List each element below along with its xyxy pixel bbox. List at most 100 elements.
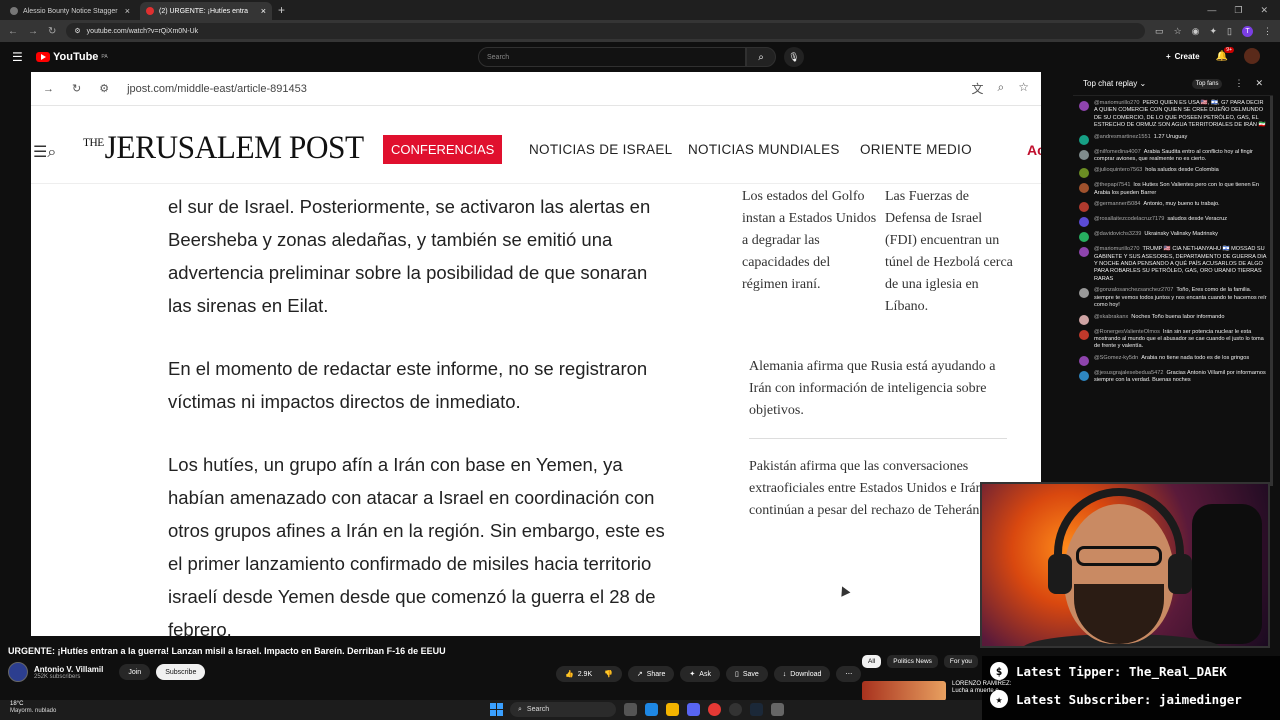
chat-avatar[interactable]: [1079, 329, 1089, 340]
install-icon[interactable]: ▭: [1155, 26, 1164, 37]
edge-icon[interactable]: [645, 703, 658, 716]
address-bar[interactable]: ⚙ youtube.com/watch?v=rQiXm0N-Uk: [66, 23, 1146, 39]
chat-avatar[interactable]: [1079, 232, 1089, 243]
chat-scrollbar[interactable]: [1270, 96, 1273, 486]
recommended-video[interactable]: LORENZO RAMIREZ: Lucha a muerte e...: [862, 681, 1012, 701]
chat-avatar[interactable]: [1079, 149, 1089, 160]
share-button[interactable]: ↗ Share: [627, 666, 675, 682]
share-label: Share: [646, 670, 666, 678]
ask-button[interactable]: ✦ Ask: [680, 666, 720, 682]
chat-author[interactable]: @RonergesValienteOlmos: [1094, 329, 1160, 335]
chip-all[interactable]: All: [862, 655, 882, 668]
browser-tab-1[interactable]: Alessio Bounty Notice Stagger ×: [4, 2, 136, 20]
app-icon[interactable]: [771, 703, 784, 716]
chat-avatar[interactable]: [1079, 288, 1089, 299]
account-avatar[interactable]: [1244, 48, 1260, 64]
chat-menu-icon[interactable]: ⋮: [1234, 78, 1243, 89]
chip-politics-news[interactable]: Politics News: [887, 655, 938, 668]
chat-author[interactable]: @xkabrakanx: [1094, 314, 1128, 320]
channel-name[interactable]: Antonio V. Villamil: [34, 665, 103, 674]
chat-mode-dropdown[interactable]: Top chat replay ⌄: [1083, 79, 1146, 88]
chat-author[interactable]: @mariomurillo270: [1094, 246, 1139, 252]
chat-author[interactable]: @mariomurillo270: [1094, 100, 1139, 106]
minimize-icon[interactable]: —: [1207, 5, 1216, 16]
chat-author[interactable]: @SGomez-ky5dn: [1094, 355, 1138, 361]
close-tab-icon[interactable]: ×: [125, 6, 130, 16]
chat-author[interactable]: @jesusgrajalesebedua5472: [1094, 370, 1163, 376]
subscribe-button[interactable]: Subscribe: [156, 664, 206, 680]
chat-author[interactable]: @gonzalosanchezsanchez2707: [1094, 287, 1173, 293]
chat-avatar[interactable]: [1079, 168, 1089, 179]
recommendation-chips: All Politics News For you: [862, 655, 978, 668]
weather-widget[interactable]: 18°C Mayorm. nublado: [10, 701, 56, 715]
task-view-icon[interactable]: [624, 703, 637, 716]
chat-author[interactable]: @nilfomedina4007: [1094, 149, 1141, 155]
chat-author[interactable]: @rosallaitezcodelacruz7179: [1094, 216, 1164, 222]
chat-author[interactable]: @andresmartinez1551: [1094, 134, 1151, 140]
create-button[interactable]: + Create: [1166, 52, 1200, 61]
youtube-logo[interactable]: YouTube PA: [36, 51, 108, 63]
notifications-button[interactable]: 🔔 9+: [1216, 46, 1234, 62]
download-button[interactable]: ↓ Download: [773, 666, 831, 682]
reload-icon[interactable]: ↻: [48, 26, 56, 37]
taskbar-search[interactable]: ⌕ Search: [510, 702, 616, 717]
youtube-favicon-icon: [146, 7, 154, 15]
chat-avatar[interactable]: [1079, 183, 1089, 194]
chat-avatar[interactable]: [1079, 355, 1089, 366]
thumbs-down-icon[interactable]: 👎: [604, 670, 613, 678]
chat-avatar[interactable]: [1079, 217, 1089, 228]
bookmark-star-icon[interactable]: ☆: [1174, 26, 1182, 37]
webcam-overlay: [980, 482, 1270, 648]
profile-avatar[interactable]: T: [1242, 25, 1253, 37]
recommended-title[interactable]: LORENZO RAMIREZ: Lucha a muerte e...: [952, 681, 1012, 701]
window-controls: — ❐ ✕: [1207, 5, 1280, 16]
top-fans-button[interactable]: Top fans: [1191, 78, 1223, 89]
discord-icon[interactable]: [687, 703, 700, 716]
menu-dots-icon[interactable]: ⋮: [1263, 26, 1272, 37]
steam-icon[interactable]: [750, 703, 763, 716]
close-tab-icon[interactable]: ×: [261, 6, 266, 16]
search-button[interactable]: ⌕: [746, 47, 776, 67]
puzzle-icon[interactable]: ✦: [1210, 26, 1218, 37]
sparkle-icon: ✦: [689, 671, 696, 678]
logo-main: JERUSALEM POST: [104, 130, 364, 166]
chat-author[interactable]: @thepapi7541: [1094, 182, 1130, 188]
more-actions-button[interactable]: ⋯: [836, 666, 862, 682]
browser-tab-2[interactable]: (2) URGENTE: ¡Hutíes entra ×: [140, 2, 272, 20]
chat-author[interactable]: @julioquintero7563: [1094, 167, 1142, 173]
chat-avatar[interactable]: [1079, 370, 1089, 381]
chat-avatar[interactable]: [1079, 314, 1089, 325]
close-chat-icon[interactable]: ✕: [1255, 78, 1263, 89]
maximize-icon[interactable]: ❐: [1234, 5, 1242, 16]
chat-avatar[interactable]: [1079, 247, 1089, 258]
save-button[interactable]: ▯ Save: [725, 666, 768, 682]
video-player[interactable]: → ↻ ⚙ jpost.com/middle-east/article-8914…: [31, 72, 1041, 636]
back-icon[interactable]: ←: [8, 26, 18, 37]
hamburger-menu-icon[interactable]: ☰: [12, 50, 36, 64]
chat-avatar[interactable]: [1079, 134, 1089, 145]
chat-author[interactable]: @davidovichs3239: [1094, 231, 1141, 237]
chat-message: @rosallaitezcodelacruz7179 saludos desde …: [1079, 216, 1267, 228]
forward-icon[interactable]: →: [28, 26, 38, 37]
search-input[interactable]: Search: [478, 47, 746, 67]
start-button[interactable]: [490, 703, 503, 716]
jpost-header: ☰⌕ THEJERUSALEM POST CONFERENCIAS NOTICI…: [31, 106, 1041, 184]
chip-for-you[interactable]: For you: [943, 655, 978, 668]
extension-icon[interactable]: ◉: [1192, 26, 1200, 37]
chat-avatar[interactable]: [1079, 101, 1089, 111]
obs-icon[interactable]: [729, 703, 742, 716]
site-info-icon[interactable]: ⚙: [74, 27, 80, 35]
chat-message: @jesusgrajalesebedua5472 Gracias Antonio …: [1079, 370, 1267, 385]
new-tab-icon[interactable]: +: [278, 3, 285, 17]
sidebar-icon[interactable]: ▯: [1227, 26, 1232, 37]
voice-search-button[interactable]: 🎙: [784, 47, 804, 67]
chrome-icon[interactable]: [708, 703, 721, 716]
recommended-thumbnail[interactable]: [862, 681, 946, 701]
chat-avatar[interactable]: [1079, 202, 1089, 213]
chat-author[interactable]: @germanneri5084: [1094, 201, 1140, 207]
join-button[interactable]: Join: [119, 664, 151, 680]
channel-avatar[interactable]: [8, 662, 28, 682]
close-window-icon[interactable]: ✕: [1260, 5, 1268, 16]
like-button[interactable]: 👍 2.9K 👎: [556, 666, 622, 682]
explorer-icon[interactable]: [666, 703, 679, 716]
